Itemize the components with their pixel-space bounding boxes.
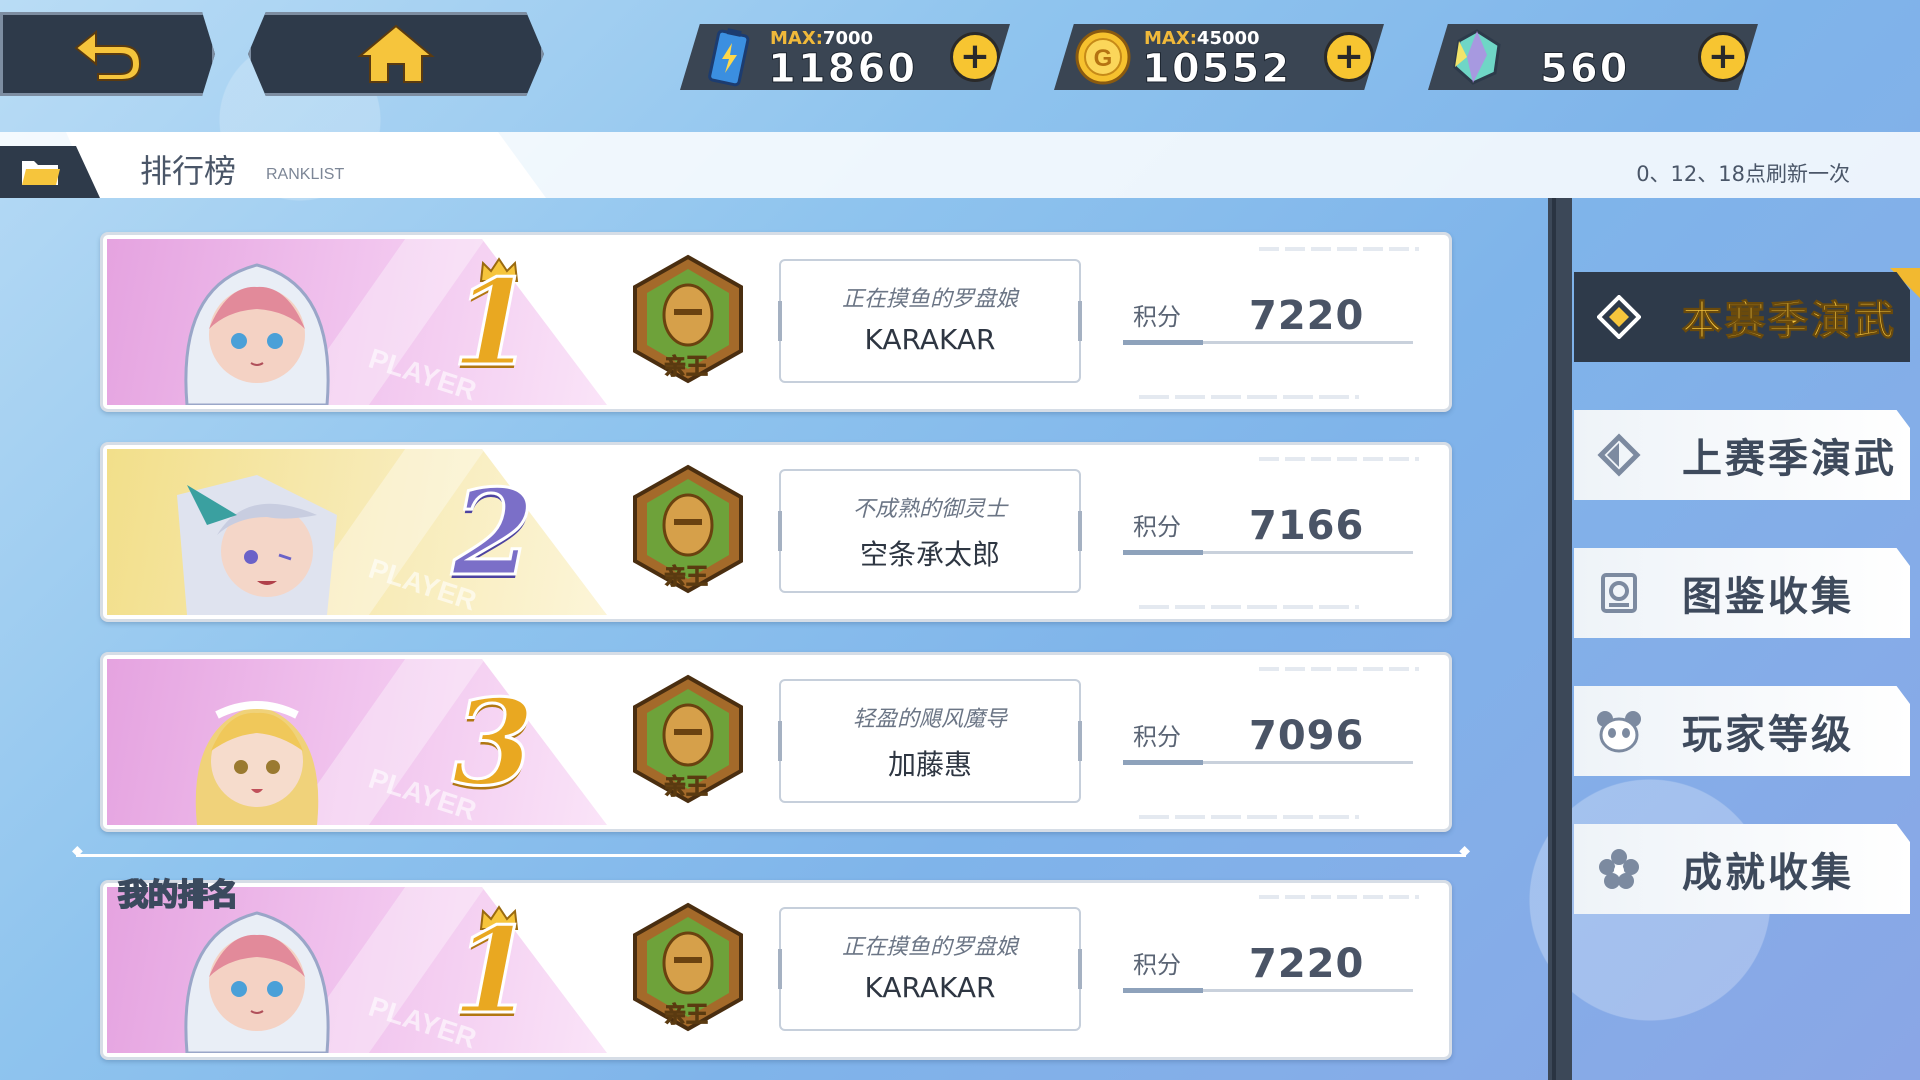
score-value: 7220 (1249, 941, 1365, 987)
player-title: 不成熟的御灵士 (852, 497, 1007, 522)
back-arrow-icon (73, 29, 141, 81)
home-icon (357, 24, 435, 83)
side-menu-label: 玩家等级 (1682, 712, 1854, 758)
player-title: 正在摸鱼的罗盘娘 (841, 935, 1018, 960)
score-underline (1123, 340, 1413, 345)
gold-value: 10552 (1141, 46, 1292, 92)
score-label: 积分 (1133, 723, 1181, 751)
player-name-box: 正在摸鱼的罗盘娘 KARAKAR (778, 259, 1082, 383)
card-decoration (1139, 605, 1359, 609)
score-value: 7166 (1249, 503, 1365, 549)
title-tab (66, 132, 546, 198)
previous-season-icon (1584, 410, 1654, 500)
card-decoration (1259, 457, 1419, 461)
side-menu-codex[interactable]: 图鉴收集 (1574, 548, 1910, 638)
score-label: 积分 (1133, 513, 1181, 541)
crystal-value: 560 (1540, 46, 1630, 92)
panda-icon (1584, 686, 1654, 776)
side-menu-previous-season[interactable]: 上赛季演武 (1574, 410, 1910, 500)
my-rank-card[interactable]: PLAYER 1 亲王 正在摸鱼的罗盘娘 KARAKAR 积分 7220 (100, 880, 1452, 1060)
rank-number: 1 (450, 900, 535, 1042)
player-name: 空条承太郎 (859, 538, 1000, 571)
card-decoration (1259, 895, 1419, 899)
energy-battery-icon (698, 26, 760, 88)
energy-currency: MAX:7000 11860 + (680, 24, 1010, 90)
page-subtitle: RANKLIST (266, 166, 345, 183)
player-title: 正在摸鱼的罗盘娘 (841, 287, 1018, 312)
refresh-note: 0、12、18点刷新一次 (1636, 162, 1850, 186)
card-decoration (1139, 395, 1359, 399)
player-title: 轻盈的飓风魔导 (852, 707, 1007, 732)
side-menu-label: 本赛季演武 (1682, 298, 1897, 345)
side-menu-rail (1548, 198, 1572, 1080)
score-label: 积分 (1133, 303, 1181, 331)
gold-currency: G MAX:45000 10552 + (1054, 24, 1384, 90)
page-title: 排行榜 (140, 152, 237, 190)
svg-text:G: G (1094, 45, 1113, 72)
character-portrait-icon (167, 245, 347, 405)
flower-icon (1584, 824, 1654, 914)
score-underline (1123, 760, 1413, 765)
rank-badge-label: 亲王 (663, 775, 708, 801)
folder-icon (22, 161, 60, 185)
season-target-icon (1584, 272, 1654, 362)
crystal-add-button[interactable]: + (1698, 32, 1748, 82)
energy-add-button[interactable]: + (950, 32, 1000, 82)
crystal-currency: 560 + (1428, 24, 1758, 90)
score-underline (1123, 550, 1413, 555)
card-decoration (1139, 815, 1359, 819)
side-menu-label: 图鉴收集 (1682, 574, 1854, 620)
player-name: 加藤惠 (887, 748, 972, 781)
section-divider (72, 843, 1470, 859)
character-portrait-icon (167, 665, 347, 825)
side-menu-achievements[interactable]: 成就收集 (1574, 824, 1910, 914)
rank-number: 2 (450, 462, 535, 604)
side-menu-label: 成就收集 (1682, 850, 1854, 896)
gold-coin-icon: G (1072, 26, 1134, 88)
player-name-box: 不成熟的御灵士 空条承太郎 (778, 469, 1082, 593)
rank-number: 1 (450, 252, 535, 394)
rank-badge-label: 亲王 (663, 355, 708, 381)
rank-number: 3 (450, 672, 535, 814)
card-decoration (1259, 667, 1419, 671)
player-name-box: 轻盈的飓风魔导 加藤惠 (778, 679, 1082, 803)
home-button[interactable] (248, 12, 544, 96)
card-decoration (1259, 247, 1419, 251)
side-menu-current-season[interactable]: 本赛季演武 (1574, 272, 1910, 362)
character-portrait-icon (167, 893, 347, 1053)
side-menu-player-level[interactable]: 玩家等级 (1574, 686, 1910, 776)
crystal-gem-icon (1446, 26, 1508, 88)
gold-add-button[interactable]: + (1324, 32, 1374, 82)
energy-value: 11860 (767, 46, 918, 92)
rank-badge-label: 亲王 (663, 1003, 708, 1029)
my-rank-label: 我的排名 (117, 877, 239, 914)
rank-badge-label: 亲王 (663, 565, 708, 591)
score-value: 7220 (1249, 293, 1365, 339)
player-name: KARAKAR (864, 323, 996, 356)
codex-icon (1584, 548, 1654, 638)
player-name: KARAKAR (864, 971, 996, 1004)
score-label: 积分 (1133, 951, 1181, 979)
rank-card-1[interactable]: PLAYER 1 亲王 正在摸鱼的罗盘娘 KARAKAR 积分 7220 (100, 232, 1452, 412)
score-value: 7096 (1249, 713, 1365, 759)
score-underline (1123, 988, 1413, 993)
character-portrait-icon (167, 455, 347, 615)
side-menu-label: 上赛季演武 (1682, 436, 1897, 482)
rank-card-3[interactable]: PLAYER 3 亲王 轻盈的飓风魔导 加藤惠 积分 7096 (100, 652, 1452, 832)
rank-card-2[interactable]: PLAYER 2 亲王 不成熟的御灵士 空条承太郎 积分 7166 (100, 442, 1452, 622)
back-button[interactable] (0, 12, 215, 96)
player-name-box: 正在摸鱼的罗盘娘 KARAKAR (778, 907, 1082, 1031)
